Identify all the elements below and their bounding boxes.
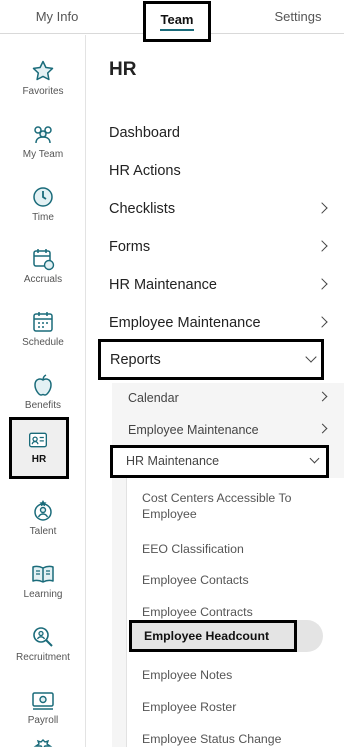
submenu-item-hr-maintenance[interactable]: HR Maintenance: [110, 445, 329, 478]
rail-item-time[interactable]: Time: [0, 169, 86, 231]
rail-item-label: Schedule: [22, 337, 64, 348]
chevron-right-icon: [316, 278, 328, 290]
report-link-employee-headcount[interactable]: Employee Headcount: [129, 620, 297, 652]
tab-team-label: Team: [160, 12, 194, 27]
rail-item-label: Talent: [29, 526, 57, 537]
rail-item-recruitment[interactable]: Recruitment: [0, 609, 86, 671]
report-link-employee-notes[interactable]: Employee Notes: [127, 660, 344, 690]
menu-item-label: Checklists: [109, 201, 176, 217]
rail-item-my-team[interactable]: My Team: [0, 106, 86, 168]
report-link-cost-centers[interactable]: Cost Centers Accessible To Employee: [127, 486, 344, 526]
rail-item-label: Recruitment: [16, 652, 70, 663]
rail-item-label: HR: [31, 454, 47, 465]
search-person-icon: [33, 627, 53, 647]
report-link-employee-roster[interactable]: Employee Roster: [127, 692, 344, 722]
rail-item-label: Benefits: [24, 400, 62, 411]
clock-icon: [33, 187, 53, 207]
report-link-label: Employee Contracts: [142, 605, 253, 619]
menu-item-label: HR Maintenance: [109, 277, 217, 293]
rail-item-favorites[interactable]: Favorites: [0, 43, 86, 105]
submenu-item-label: HR Maintenance: [126, 454, 220, 468]
report-link-label: EEO Classification: [142, 542, 244, 556]
menu-item-hr-actions[interactable]: HR Actions: [87, 154, 344, 190]
calendar-clock-icon: [33, 249, 55, 271]
rail-item-benefits[interactable]: Benefits: [0, 357, 86, 419]
menu-item-label: Dashboard: [109, 125, 180, 141]
hr-maintenance-report-list: Cost Centers Accessible To Employee EEO …: [126, 478, 344, 747]
menu-item-label: Employee Maintenance: [109, 315, 261, 331]
rail-item-label: Time: [32, 212, 54, 223]
report-link-employee-contacts[interactable]: Employee Contacts: [127, 565, 344, 595]
tab-my-info[interactable]: My Info: [12, 0, 102, 34]
rail-item-label: My Team: [22, 149, 64, 160]
menu-item-forms[interactable]: Forms: [87, 230, 344, 266]
menu-item-dashboard[interactable]: Dashboard: [87, 116, 344, 152]
people-icon: [34, 126, 52, 144]
report-link-label: Employee Contacts: [142, 573, 249, 587]
chevron-right-icon: [316, 202, 328, 214]
rail-item-accruals[interactable]: Accruals: [0, 231, 86, 293]
rail-item-label: Payroll: [27, 715, 59, 726]
chevron-right-icon: [317, 391, 328, 402]
menu-item-label: Reports: [110, 352, 161, 368]
rail-item-schedule[interactable]: Schedule: [0, 294, 86, 356]
report-link-label: Cost Centers Accessible To Employee: [142, 491, 292, 521]
menu-item-hr-maintenance[interactable]: HR Maintenance: [87, 268, 344, 304]
report-link-label: Employee Status Change: [142, 732, 282, 746]
star-icon: [32, 60, 54, 81]
rail-item-label: Learning: [23, 589, 63, 600]
rail-item-learning[interactable]: Learning: [0, 546, 86, 608]
rail-item-label: Accruals: [23, 274, 63, 285]
submenu-item-employee-maintenance[interactable]: Employee Maintenance: [112, 415, 344, 445]
chevron-right-icon: [316, 240, 328, 252]
person-award-icon: [34, 500, 52, 521]
chevron-down-icon: [305, 351, 317, 363]
submenu-item-label: Employee Maintenance: [128, 423, 259, 437]
book-icon: [32, 565, 54, 583]
menu-item-label: HR Actions: [109, 163, 181, 179]
active-tab-underline: [160, 29, 194, 31]
report-link-label: Employee Roster: [142, 700, 237, 714]
rail-item-payroll[interactable]: Payroll: [0, 672, 86, 734]
money-icon: [32, 692, 54, 710]
menu-item-checklists[interactable]: Checklists: [87, 192, 344, 228]
tab-settings[interactable]: Settings: [258, 0, 338, 34]
apple-icon: [34, 374, 52, 396]
report-link-eeo-classification[interactable]: EEO Classification: [127, 534, 344, 564]
report-link-label: Employee Notes: [142, 668, 233, 682]
selection-highlight: [295, 620, 323, 652]
calendar-icon: [33, 312, 53, 332]
menu-item-employee-maintenance[interactable]: Employee Maintenance: [87, 306, 344, 342]
menu-item-reports[interactable]: Reports: [98, 339, 324, 380]
panel-title: HR: [109, 59, 137, 80]
rail-item-hr[interactable]: HR: [9, 417, 69, 479]
tab-team[interactable]: Team: [143, 1, 211, 42]
top-tab-bar: My Info Team Settings: [0, 0, 344, 42]
hr-menu-panel: HR Dashboard HR Actions Checklists Forms…: [87, 35, 344, 747]
reports-submenu: Calendar Employee Maintenance HR Mainten…: [110, 383, 344, 747]
id-card-icon: [29, 432, 47, 448]
chevron-right-icon: [316, 316, 328, 328]
submenu-item-calendar[interactable]: Calendar: [112, 383, 344, 413]
report-link-label: Employee Headcount: [144, 629, 270, 643]
chevron-down-icon: [309, 453, 320, 464]
rail-item-label: Favorites: [22, 86, 64, 97]
rail-item-talent[interactable]: Talent: [0, 483, 86, 545]
left-nav-rail: Favorites My Team Time Accruals Schedule…: [0, 35, 86, 747]
submenu-item-label: Calendar: [128, 391, 179, 405]
report-link-employee-status-change[interactable]: Employee Status Change: [127, 724, 344, 747]
chevron-right-icon: [317, 423, 328, 434]
more-rail-icon: [33, 739, 53, 747]
menu-item-label: Forms: [109, 239, 151, 255]
